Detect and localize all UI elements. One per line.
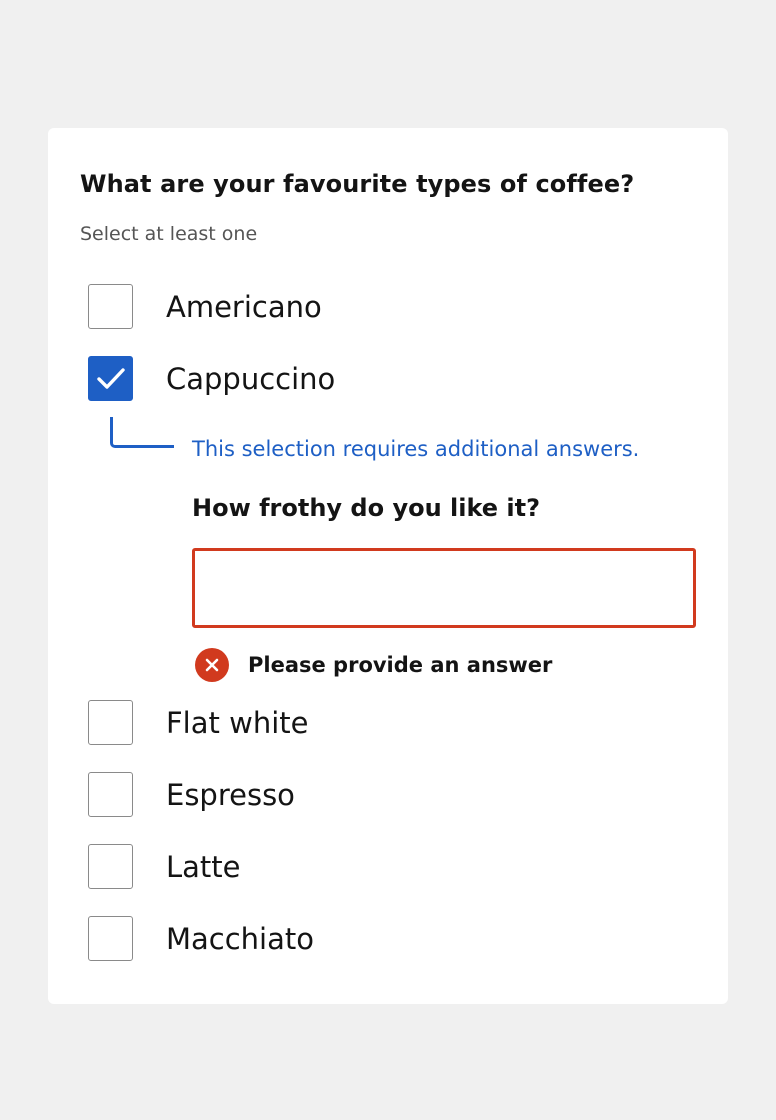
option-label: Espresso: [166, 777, 295, 812]
question-card: What are your favourite types of coffee?…: [48, 128, 728, 1004]
checkbox-espresso[interactable]: [88, 772, 133, 817]
question-hint: Select at least one: [80, 223, 258, 245]
option-label: Flat white: [166, 705, 309, 740]
checkbox-macchiato[interactable]: [88, 916, 133, 961]
option-label: Americano: [166, 289, 322, 324]
option-label: Macchiato: [166, 921, 315, 956]
option-espresso[interactable]: Espresso: [88, 772, 295, 817]
followup-question: How frothy do you like it?: [192, 494, 541, 522]
error-message: Please provide an answer: [195, 648, 552, 682]
option-americano[interactable]: Americano: [88, 284, 322, 329]
option-label: Cappuccino: [166, 361, 336, 396]
question-title: What are your favourite types of coffee?: [80, 170, 635, 198]
option-macchiato[interactable]: Macchiato: [88, 916, 314, 961]
checkbox-americano[interactable]: [88, 284, 133, 329]
option-cappuccino[interactable]: Cappuccino: [88, 356, 335, 401]
checkbox-cappuccino[interactable]: [88, 356, 133, 401]
checkbox-latte[interactable]: [88, 844, 133, 889]
checkbox-flat-white[interactable]: [88, 700, 133, 745]
option-latte[interactable]: Latte: [88, 844, 241, 889]
checkmark-icon: [96, 367, 125, 389]
option-label: Latte: [166, 849, 241, 884]
frothiness-input[interactable]: [192, 548, 696, 628]
option-flat-white[interactable]: Flat white: [88, 700, 308, 745]
error-x-icon: [195, 648, 229, 682]
dependent-note: This selection requires additional answe…: [192, 437, 640, 461]
dependent-connector-line: [110, 417, 174, 448]
error-text: Please provide an answer: [248, 653, 553, 677]
